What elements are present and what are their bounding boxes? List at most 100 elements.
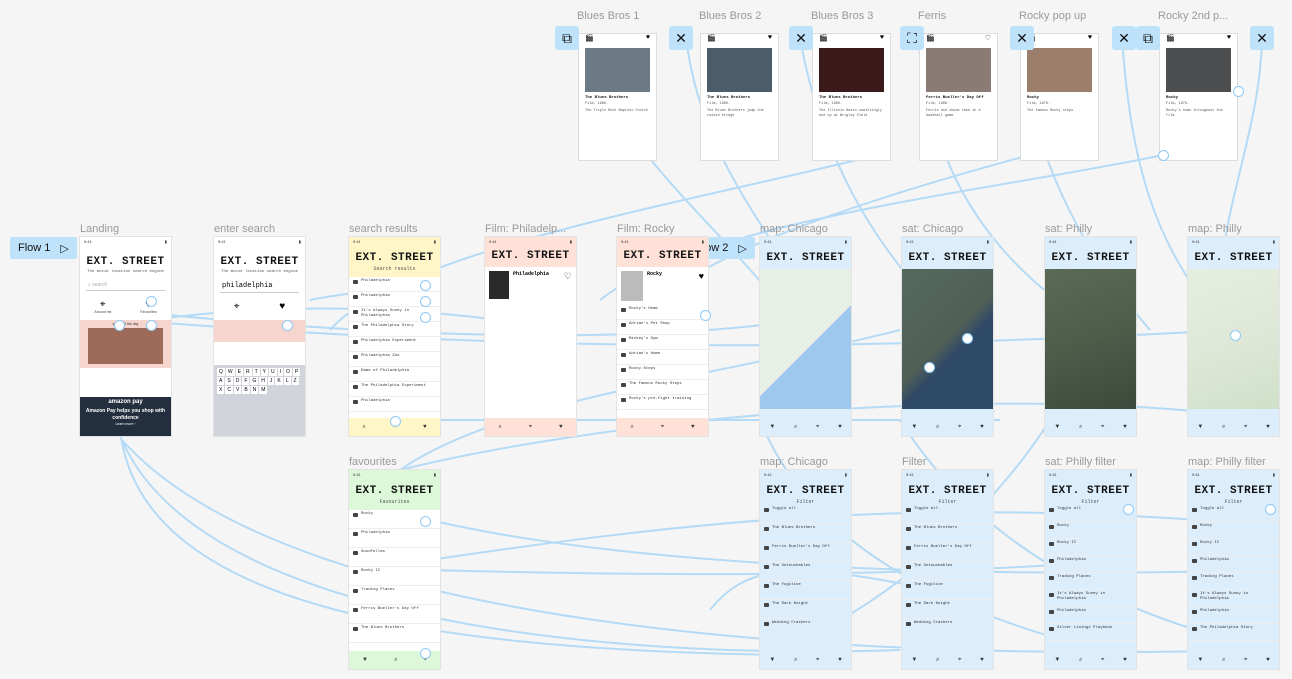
list-item[interactable]: Philadelphia Zoo [349, 352, 440, 367]
popup-ferris[interactable]: 🎬 ♡ Ferris Bueller's Day Off Film, 1986. … [920, 34, 997, 160]
heart-icon[interactable]: ♥ [699, 271, 704, 301]
frame-label-map-philly-filter[interactable]: map: Philly filter [1188, 456, 1266, 468]
crosshair-icon[interactable]: ⌖ [1101, 657, 1104, 664]
frame-label-sat-chicago[interactable]: sat: Chicago [902, 223, 963, 235]
list-item[interactable]: Wedding Crashers [902, 619, 993, 638]
list-item[interactable]: Philadelphia [1188, 607, 1279, 624]
list-item[interactable]: Rocky's pre-fight training [617, 395, 708, 410]
tab-bar[interactable]: ▼ ⌕ ⌖ ♥ [902, 651, 993, 669]
crosshair-icon[interactable]: ⌖ [1101, 424, 1104, 431]
list-item[interactable]: Rocky Steps [617, 365, 708, 380]
close-icon[interactable]: ✕ [1112, 26, 1136, 50]
close-icon[interactable]: ✕ [1250, 26, 1274, 50]
heart-icon[interactable]: ♥ [880, 34, 884, 42]
heart-outline-icon[interactable]: ♡ [985, 34, 991, 42]
tab-bar[interactable]: ▼ ⌕ ⌖ ♥ [1188, 651, 1279, 669]
list-item[interactable]: It's Always Sunny in Philadelphia [1045, 590, 1136, 607]
search-input[interactable]: philadelphia [220, 280, 299, 293]
search-icon[interactable]: ⌕ [936, 657, 939, 664]
heart-icon[interactable]: ♥ [1266, 657, 1270, 663]
frame-label-map-chicago[interactable]: map: Chicago [760, 223, 828, 235]
film-rocky-screen[interactable]: 9:41 ▮ EXT. STREET Rocky ♥ Rocky's Home A… [617, 237, 708, 436]
keyboard-keys[interactable]: QWERTYUIOP ASDFGHJKL ZXCVBNM [214, 365, 305, 397]
connection-node[interactable] [924, 362, 935, 373]
list-item[interactable]: Rocky II [1045, 539, 1136, 556]
crosshair-icon[interactable]: ⌖ [100, 299, 106, 310]
frame-label-landing[interactable]: Landing [80, 223, 119, 235]
search-input[interactable]: ⌕ search [86, 280, 165, 291]
crosshair-icon[interactable]: ⌖ [529, 424, 532, 431]
favourites-screen[interactable]: 9:41 ▮ EXT. STREET Favourites Rocky Phila… [349, 470, 440, 669]
connection-node[interactable] [1123, 504, 1134, 515]
list-item[interactable]: Trading Places [1045, 573, 1136, 590]
list-item[interactable]: The Blues Brothers [902, 524, 993, 543]
heart-icon[interactable]: ♥ [838, 424, 842, 430]
expand-icon[interactable]: ⧉ [1136, 26, 1160, 50]
list-item[interactable]: The Blues Brothers [349, 624, 440, 643]
landing-screen[interactable]: 9:41 ▮ EXT. STREET The movie location sea… [80, 237, 171, 436]
heart-icon[interactable]: ♥ [1227, 34, 1231, 42]
filter-icon[interactable]: ▼ [911, 424, 917, 430]
heart-icon[interactable]: ♥ [768, 34, 772, 42]
satellite-view[interactable] [902, 269, 993, 409]
frame-label-film-rocky[interactable]: Film: Rocky [617, 223, 674, 235]
popup-blues1[interactable]: 🎬 ♥ The Blues Brothers Film, 1980. The Tr… [579, 34, 656, 160]
tab-bar[interactable]: ▼ ⌕ ⌖ ♥ [1188, 418, 1279, 436]
list-item[interactable]: Trading Places [1188, 573, 1279, 590]
list-item[interactable]: Trading Places [349, 586, 440, 605]
sat-philly-filter-screen[interactable]: 9:41 ▮ EXT. STREET Filter Toggle all Rock… [1045, 470, 1136, 669]
search-icon[interactable]: ⌕ [1079, 657, 1082, 664]
list-item[interactable]: The Fugitive [902, 581, 993, 600]
list-item[interactable]: Rocky [1045, 522, 1136, 539]
list-item[interactable]: The Untouchables [760, 562, 851, 581]
connection-node[interactable] [420, 280, 431, 291]
list-item[interactable]: Philadelphia [1188, 556, 1279, 573]
frame-label-filter[interactable]: Filter [902, 456, 926, 468]
heart-icon[interactable]: ♥ [838, 657, 842, 663]
amazon-ad-banner[interactable]: amazon pay Amazon Pay helps you shop wit… [80, 397, 171, 436]
sat-chicago-screen[interactable]: 9:41 ▮ EXT. STREET ▼ ⌕ ⌖ ♥ [902, 237, 993, 436]
sat-philly-screen[interactable]: 9:41 ▮ EXT. STREET ▼ ⌕ ⌖ ♥ [1045, 237, 1136, 436]
list-item[interactable]: Ferris Bueller's Day Off [760, 543, 851, 562]
keyboard[interactable]: QWERTYUIOP ASDFGHJKL ZXCVBNM [214, 365, 305, 436]
list-item[interactable]: The Philadelphia Story [349, 322, 440, 337]
search-icon[interactable]: ⌕ [498, 424, 501, 431]
connection-node[interactable] [282, 320, 293, 331]
list-item[interactable]: Philadelphia [1045, 556, 1136, 573]
frame-label-map-philly[interactable]: map: Philly [1188, 223, 1242, 235]
heart-outline-icon[interactable]: ♡ [564, 271, 572, 299]
heart-icon[interactable]: ♥ [1266, 424, 1270, 430]
list-item[interactable]: Toggle all [902, 505, 993, 524]
search-icon[interactable]: ⌕ [630, 424, 633, 431]
list-item[interactable]: The Famous Rocky Steps [617, 380, 708, 395]
filter-screen[interactable]: 9:41 ▮ EXT. STREET Filter Toggle all The … [902, 470, 993, 669]
search-icon[interactable]: ⌕ [1222, 424, 1225, 431]
tab-bar[interactable]: ▼ ⌕ ⌖ ♥ [902, 418, 993, 436]
connection-node[interactable] [146, 320, 157, 331]
search-icon[interactable]: ⌕ [1079, 424, 1082, 431]
crosshair-icon[interactable]: ⌖ [958, 657, 961, 664]
heart-icon[interactable]: ♥ [980, 424, 984, 430]
tab-bar[interactable]: ▼ ⌕ ⌖ ♥ [1045, 418, 1136, 436]
list-item[interactable]: It's Always Sunny in Philadelphia [1188, 590, 1279, 607]
popup-blues3[interactable]: 🎬 ♥ The Blues Brothers Film, 1980. The Il… [813, 34, 890, 160]
list-item[interactable]: The Untouchables [902, 562, 993, 581]
search-icon[interactable]: ⌕ [936, 424, 939, 431]
filter-icon[interactable]: ▼ [769, 424, 775, 430]
list-item[interactable]: Silver Linings Playbook [1045, 624, 1136, 641]
frame-label-ferris[interactable]: Ferris [918, 10, 946, 22]
scene-of-day-card[interactable]: scene of the day [80, 320, 171, 368]
filter-icon[interactable]: ▼ [911, 657, 917, 663]
popup-blues2[interactable]: 🎬 ♥ The Blues Brothers Film, 1980. The Bl… [701, 34, 778, 160]
connection-node[interactable] [420, 312, 431, 323]
close-icon[interactable]: ✕ [669, 26, 693, 50]
enter-search-screen[interactable]: 9:41 ▮ EXT. STREET The movie location sea… [214, 237, 305, 436]
heart-icon[interactable]: ♥ [559, 424, 563, 430]
list-item[interactable]: The Philadelphia Story [1188, 624, 1279, 641]
satellite-view[interactable] [1045, 269, 1136, 409]
list-item[interactable]: The Fugitive [760, 581, 851, 600]
list-item[interactable]: The Dark Knight [902, 600, 993, 619]
heart-icon[interactable]: ♥ [980, 657, 984, 663]
list-item[interactable]: Ferris Bueller's Day Off [902, 543, 993, 562]
connection-node[interactable] [420, 648, 431, 659]
